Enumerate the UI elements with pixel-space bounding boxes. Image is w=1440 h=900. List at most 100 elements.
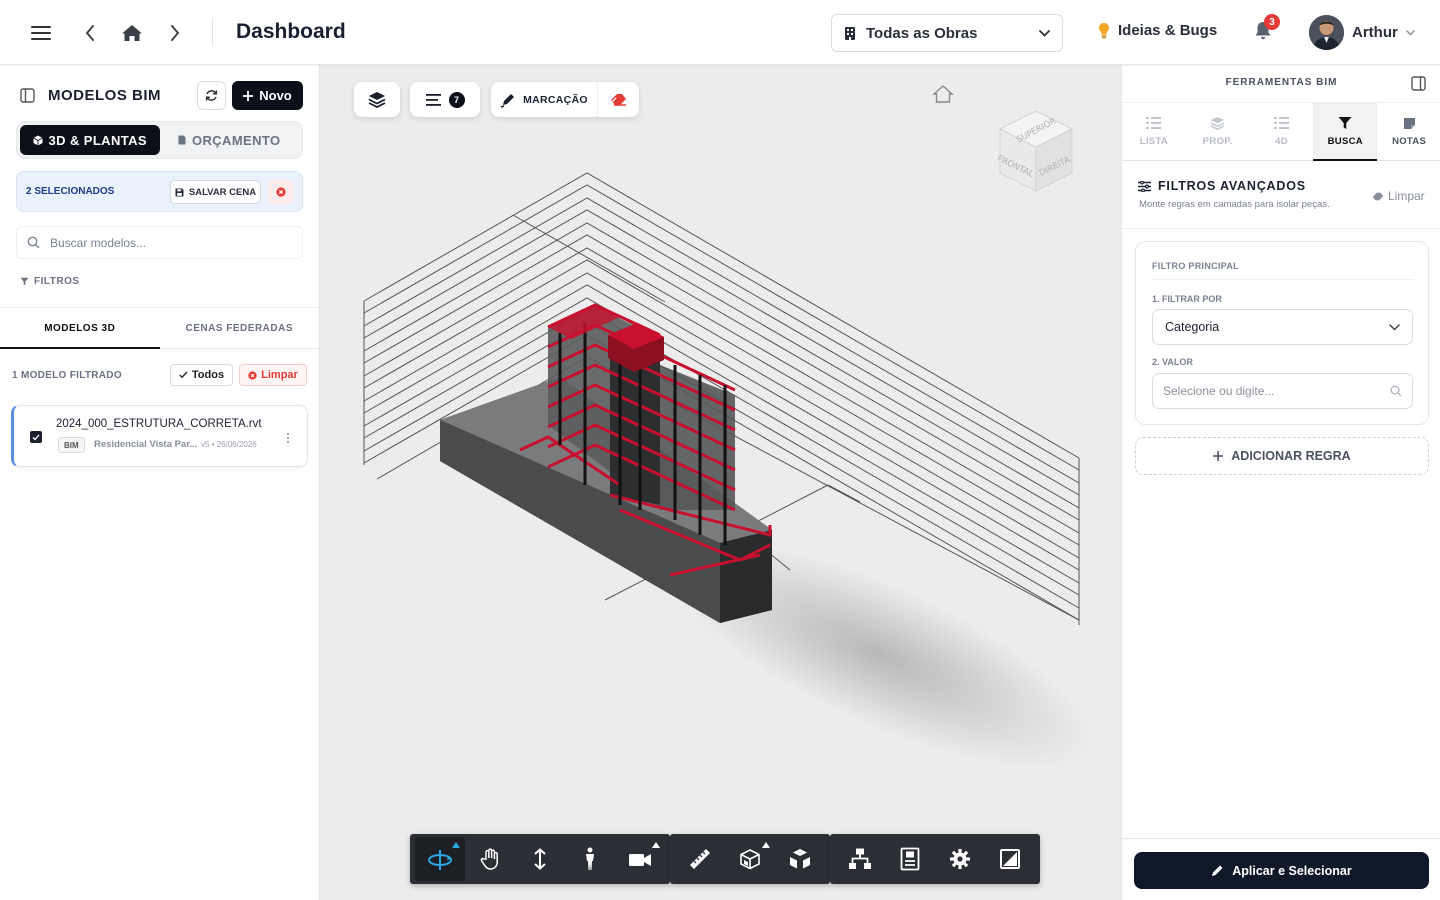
view-mode-switch: 3D & PLANTAS ORÇAMENTO — [16, 121, 303, 159]
eraser-button[interactable] — [598, 82, 639, 117]
properties-icon[interactable] — [885, 837, 935, 881]
notification-badge: 3 — [1264, 14, 1280, 30]
list-item[interactable]: 2024_000_ESTRUTURA_CORRETA.rvt BIM Resid… — [11, 405, 308, 467]
panel-toggle-icon[interactable] — [1411, 76, 1426, 91]
clear-filter-button[interactable]: Limpar — [239, 364, 307, 386]
section-icon[interactable] — [725, 837, 775, 881]
back-icon[interactable] — [77, 20, 103, 46]
lightbulb-icon — [1098, 22, 1110, 39]
model-checkbox[interactable] — [30, 431, 42, 443]
new-model-button[interactable]: Novo — [232, 81, 303, 110]
document-icon — [178, 135, 186, 145]
tab-label: 4D — [1275, 136, 1288, 147]
more-vertical-icon[interactable] — [286, 432, 292, 444]
double-check-icon — [179, 371, 188, 379]
chevron-down-icon — [1389, 323, 1400, 331]
filter-summary: 1 MODELO FILTRADO Todos Limpar — [12, 364, 308, 386]
user-name: Arthur — [1352, 24, 1398, 41]
pan-icon[interactable] — [465, 837, 515, 881]
tab-label: NOTAS — [1392, 135, 1427, 147]
filter-by-select[interactable]: Categoria — [1152, 309, 1413, 345]
tab-notas[interactable]: NOTAS — [1377, 103, 1440, 160]
tab-modelos-3d[interactable]: MODELOS 3D — [0, 308, 160, 349]
search-input[interactable] — [50, 235, 290, 250]
timeline-icon — [1273, 116, 1289, 130]
markup-label: MARCAÇÃO — [523, 93, 588, 106]
model-type-badge: BIM — [58, 437, 85, 453]
save-scene-button[interactable]: SALVAR CENA — [170, 180, 261, 204]
explode-icon[interactable] — [775, 837, 825, 881]
divider — [212, 18, 213, 46]
user-menu[interactable]: Arthur — [1309, 15, 1415, 50]
obra-select-value: Todas as Obras — [866, 24, 978, 42]
segment-label: ORÇAMENTO — [191, 132, 281, 148]
segment-3d-plantas[interactable]: 3D & PLANTAS — [20, 125, 160, 155]
right-panel-footer: Aplicar e Selecionar — [1122, 838, 1440, 900]
menu-icon[interactable] — [28, 20, 54, 46]
viewcube[interactable]: SUPERIOR FRONTAL DIREITA — [996, 103, 1076, 197]
measure-toolbar — [670, 834, 830, 884]
list-icon — [425, 93, 441, 106]
tab-label: LISTA — [1139, 136, 1169, 147]
bim-tools-tabs: LISTA PROP. 4D BUSCA NOTAS — [1122, 102, 1440, 161]
left-panel-title: MODELOS BIM — [48, 87, 161, 104]
close-circle-icon — [276, 187, 286, 197]
segment-label: 3D & PLANTAS — [48, 132, 147, 148]
close-circle-icon — [248, 370, 257, 380]
first-person-icon[interactable] — [565, 837, 615, 881]
tab-busca[interactable]: BUSCA — [1313, 103, 1378, 161]
plus-icon — [1213, 451, 1224, 461]
camera-icon[interactable] — [615, 837, 665, 881]
ideias-bugs-button[interactable]: Ideias & Bugs — [1098, 22, 1217, 39]
sidebar-toggle-icon[interactable] — [20, 88, 35, 103]
clear-selection-button[interactable] — [268, 180, 294, 204]
divider — [1122, 228, 1440, 229]
main-filter-card: FILTRO PRINCIPAL 1. FILTRAR POR Categori… — [1135, 241, 1429, 425]
obra-select[interactable]: Todas as Obras — [831, 14, 1063, 52]
fullscreen-icon[interactable] — [985, 837, 1035, 881]
right-panel-title: FERRAMENTAS BIM — [1225, 77, 1338, 88]
home-icon[interactable] — [119, 20, 145, 46]
value-input[interactable] — [1163, 384, 1383, 398]
filters-toggle[interactable]: FILTROS — [20, 276, 80, 287]
layers-icon — [354, 82, 400, 117]
layer-count-badge: 7 — [448, 91, 465, 108]
zoom-icon[interactable] — [515, 837, 565, 881]
bim-viewer[interactable]: 7 MARCAÇÃO SUPERIOR FRONTAL DIREITA — [320, 65, 1121, 900]
tab-4d[interactable]: 4D — [1250, 103, 1314, 160]
ideias-bugs-label: Ideias & Bugs — [1118, 22, 1218, 39]
segment-orcamento[interactable]: ORÇAMENTO — [160, 125, 300, 155]
layer-list-button[interactable]: 7 — [410, 82, 480, 117]
selection-count: 2 SELECIONADOS — [26, 186, 115, 197]
add-rule-button[interactable]: ADICIONAR REGRA — [1135, 437, 1429, 475]
clear-filters-button[interactable]: Limpar — [1372, 189, 1425, 203]
advanced-filters-subtitle: Monte regras em camadas para isolar peça… — [1139, 199, 1330, 210]
left-panel-header: MODELOS BIM Novo — [18, 81, 303, 110]
value-label: 2. VALOR — [1152, 357, 1193, 367]
model-tabs: MODELOS 3D CENAS FEDERADAS — [0, 307, 319, 349]
home-view-icon[interactable] — [932, 84, 954, 104]
tab-cenas-federadas[interactable]: CENAS FEDERADAS — [160, 308, 320, 348]
select-all-label: Todos — [191, 369, 225, 381]
measure-icon[interactable] — [675, 837, 725, 881]
tab-lista[interactable]: LISTA — [1122, 103, 1186, 160]
select-all-button[interactable]: Todos — [170, 364, 233, 386]
model-browser-icon[interactable] — [835, 837, 885, 881]
pen-icon — [500, 92, 516, 108]
chevron-down-icon — [1406, 29, 1415, 36]
cube-icon — [32, 135, 43, 146]
forward-icon[interactable] — [162, 20, 188, 46]
left-panel: MODELOS BIM Novo 3D & PLANTAS ORÇAMENTO — [0, 65, 320, 900]
settings-icon[interactable] — [935, 837, 985, 881]
markup-button[interactable]: MARCAÇÃO — [491, 82, 598, 117]
orbit-icon[interactable] — [415, 837, 465, 881]
notifications-button[interactable]: 3 — [1253, 14, 1280, 44]
layers-button[interactable] — [354, 82, 400, 117]
filters-label: FILTROS — [34, 276, 80, 287]
note-icon — [1403, 117, 1416, 130]
building-icon — [844, 26, 856, 41]
apply-select-button[interactable]: Aplicar e Selecionar — [1134, 852, 1429, 889]
tab-prop[interactable]: PROP. — [1186, 103, 1250, 160]
refresh-button[interactable] — [197, 81, 226, 110]
plus-icon — [243, 90, 254, 101]
